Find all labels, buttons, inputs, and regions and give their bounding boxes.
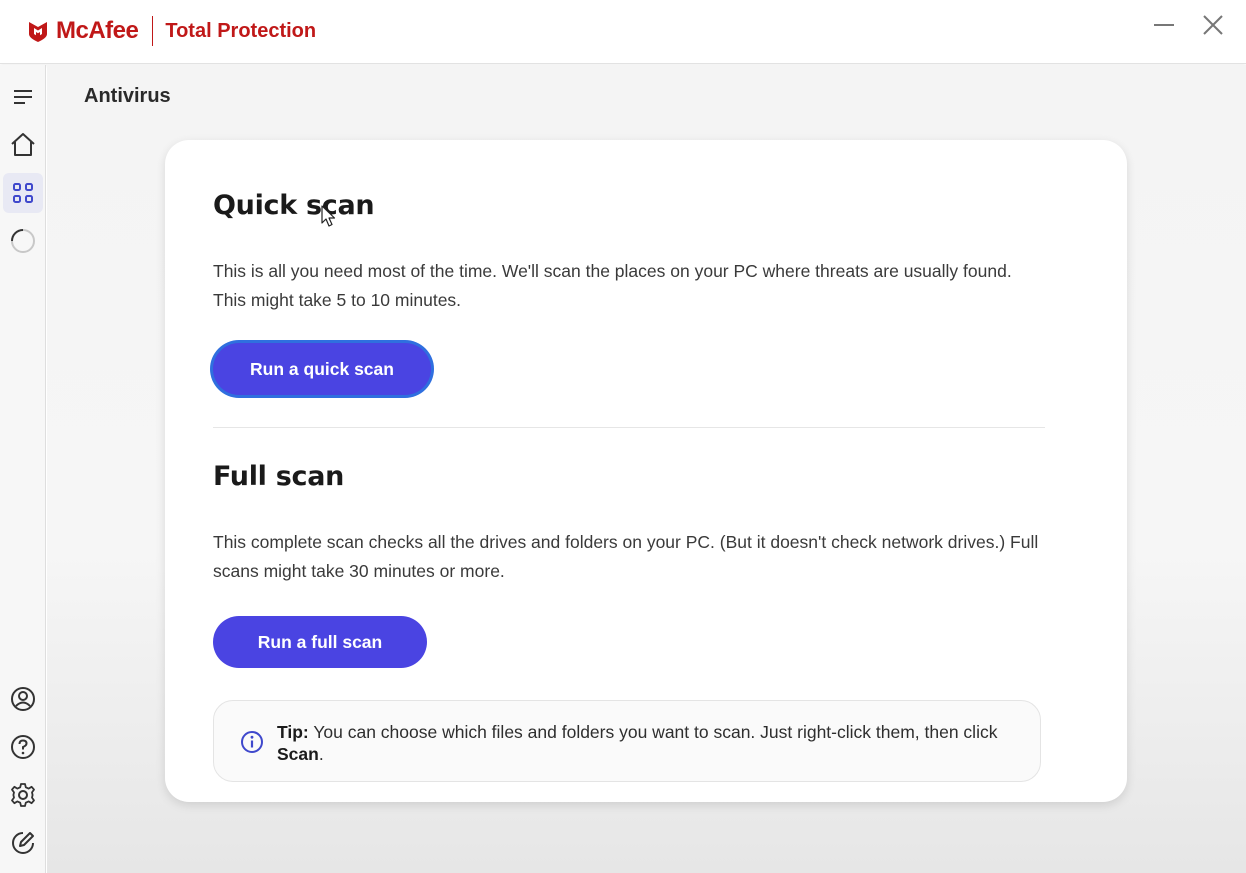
full-scan-description: This complete scan checks all the drives… — [213, 532, 1039, 581]
minimize-button[interactable] — [1149, 10, 1179, 40]
apps-grid-icon — [13, 183, 33, 203]
info-icon — [241, 731, 263, 753]
menu-icon — [14, 90, 32, 104]
sidebar-item-feedback[interactable] — [3, 823, 43, 863]
brand-name: McAfee — [56, 17, 139, 44]
tip-box: Tip: You can choose which files and fold… — [213, 700, 1041, 782]
brand: McAfee Total Protection — [26, 16, 316, 46]
home-icon — [11, 133, 35, 156]
sidebar-item-help[interactable] — [3, 727, 43, 767]
tip-emphasis: Scan — [277, 744, 319, 764]
main-content: Antivirus Quick scan This is all you nee… — [47, 65, 1246, 873]
sidebar-menu-button[interactable] — [3, 77, 43, 117]
page-title: Antivirus — [84, 85, 171, 107]
close-button[interactable] — [1198, 10, 1228, 40]
scan-options-card: Quick scan This is all you need most of … — [165, 140, 1127, 802]
help-icon — [11, 735, 35, 759]
sidebar-item-home[interactable] — [3, 125, 43, 165]
tip-text: Tip: You can choose which files and fold… — [277, 721, 1027, 765]
product-name: Total Protection — [165, 19, 317, 42]
tip-body: You can choose which files and folders y… — [313, 722, 998, 742]
scan-progress-icon — [11, 229, 35, 253]
brand-divider — [152, 16, 154, 46]
quick-scan-description: This is all you need most of the time. W… — [213, 261, 1012, 310]
mcafee-shield-logo — [29, 22, 47, 42]
sidebar-nav — [0, 65, 46, 873]
run-quick-scan-button[interactable]: Run a quick scan — [213, 343, 431, 395]
close-icon — [1203, 15, 1223, 35]
title-bar: McAfee Total Protection — [0, 0, 1246, 64]
sidebar-item-settings[interactable] — [3, 775, 43, 815]
account-icon — [11, 687, 35, 711]
run-full-scan-button[interactable]: Run a full scan — [213, 616, 427, 668]
tip-suffix: . — [318, 744, 324, 764]
sidebar-item-scan-status[interactable] — [3, 221, 43, 261]
minimize-icon — [1154, 24, 1174, 26]
settings-icon — [11, 783, 35, 807]
mouse-cursor-icon — [321, 205, 336, 227]
sidebar-item-apps[interactable] — [3, 173, 43, 213]
feedback-icon — [12, 832, 34, 854]
sidebar-item-account[interactable] — [3, 679, 43, 719]
quick-scan-title: Quick scan — [213, 190, 375, 221]
full-scan-title: Full scan — [213, 461, 345, 492]
tip-label: Tip: — [277, 722, 309, 742]
section-divider — [213, 427, 1045, 428]
